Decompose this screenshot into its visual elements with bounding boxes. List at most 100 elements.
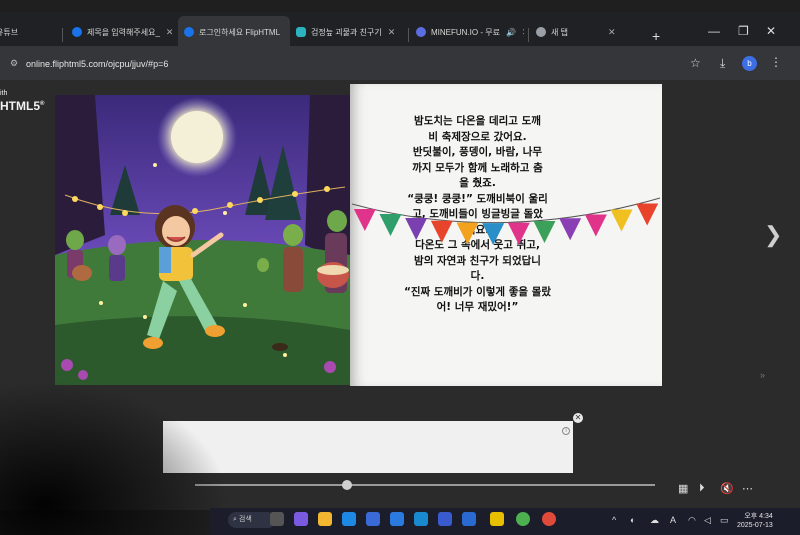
app-icon[interactable] [414, 512, 428, 526]
bunting-flag [507, 222, 530, 245]
minefun-icon [416, 27, 426, 37]
story-line: 어! 너무 재밌어!” [436, 301, 519, 313]
store-icon[interactable] [366, 512, 380, 526]
page-left-illustration[interactable] [55, 95, 350, 385]
volume-icon[interactable]: ◁ [704, 515, 711, 526]
taskbar: ⌕ 검색 ^ ◐ ☁ A ◠ ◁ ▭ 오후 4:34 2025-07-13 [210, 508, 800, 535]
speaker-icon[interactable]: 🔊 [506, 28, 516, 37]
more-options-icon[interactable]: ⋯ [742, 482, 753, 495]
logo-text: HTML5 [0, 99, 40, 113]
close-icon[interactable]: ✕ [522, 27, 524, 38]
bunting-flag [559, 218, 582, 241]
tab-youtube[interactable]: 유튜브 [0, 20, 46, 44]
app-icon[interactable] [438, 512, 452, 526]
globe-icon [536, 27, 546, 37]
goblin-festival-illustration [55, 95, 350, 385]
tab-label: 새 탭 [551, 27, 568, 37]
search-label: 검색 [238, 516, 252, 523]
address-bar: ⚙ online.fliphtml5.com/ojcpu/jjuv/#p=6 ☆… [0, 46, 800, 80]
logo-prefix: ith [0, 90, 8, 97]
mute-icon[interactable]: 🔇 [720, 482, 734, 495]
autoplay-icon[interactable]: ⏵ [699, 482, 705, 495]
story-line: “진짜 도깨비가 이렇게 좋을 몰랐 [403, 285, 552, 298]
story-line: 을 췄죠. [459, 177, 496, 189]
tray-cloud-icon[interactable]: ☁ [650, 515, 659, 526]
page-right-text[interactable]: 밤도치는 다온을 데리고 도깨 비 축제장으로 갔어요. 반딧불이, 풍뎅이, … [350, 84, 662, 386]
url-field[interactable]: online.fliphtml5.com/ojcpu/jjuv/#p=6 [26, 59, 168, 69]
tab-fliphtml5-login[interactable]: 로그인하세요 FlipHTML [178, 16, 290, 46]
tab-separator [62, 28, 63, 42]
tab-separator [528, 28, 529, 42]
screen: 유튜브 제목을 입력해주세요_ ✕ 로그인하세요 FlipHTML 검정늪 괴물… [0, 0, 800, 535]
file-explorer-icon[interactable] [318, 512, 332, 526]
bunting-flag [430, 220, 453, 243]
close-icon[interactable]: ✕ [608, 27, 616, 38]
ad-close-icon[interactable]: ✕ [573, 413, 583, 423]
bunting-flag [610, 209, 633, 232]
clock-date: 2025-07-13 [737, 522, 773, 529]
bunting-flag [533, 221, 556, 243]
bunting-flag [482, 223, 505, 246]
page-icon [296, 27, 306, 37]
tray-chevron-icon[interactable]: ^ [612, 515, 616, 525]
wifi-icon[interactable]: ◠ [688, 515, 696, 526]
kakaotalk-icon[interactable] [490, 512, 504, 526]
close-window-icon[interactable]: ✕ [766, 24, 776, 38]
chrome-icon[interactable] [516, 512, 530, 526]
tab-label: 제목을 입력해주세요_ [87, 27, 160, 37]
battery-icon[interactable]: ▭ [720, 515, 729, 526]
outlook-icon[interactable] [390, 512, 404, 526]
tab-new-tab[interactable]: 새 탭 ✕ [536, 20, 636, 44]
tab-label: 검정늪 괴물과 친구기 [311, 27, 382, 37]
tab-swamp-monster[interactable]: 검정늪 괴물과 친구기 ✕ [296, 20, 402, 44]
app-icon[interactable] [462, 512, 476, 526]
bunting-flag [405, 217, 428, 240]
tab-title-input[interactable]: 제목을 입력해주세요_ ✕ [72, 20, 172, 44]
bookmark-star-icon[interactable]: ☆ [690, 56, 701, 70]
close-icon[interactable]: ✕ [388, 27, 396, 38]
next-page-arrow-icon[interactable]: ❯ [764, 222, 782, 248]
bunting-flag [379, 214, 402, 236]
clock-time: 오후 4:34 [744, 513, 773, 520]
close-icon[interactable]: ✕ [166, 27, 172, 38]
site-settings-icon[interactable]: ⚙ [10, 58, 18, 69]
story-line: 까지 모두가 함께 노래하고 춤 [412, 161, 543, 174]
system-clock[interactable]: 오후 4:34 2025-07-13 [737, 512, 773, 530]
new-tab-plus-icon[interactable]: + [652, 28, 660, 44]
dark-foreground-shadow [0, 380, 230, 535]
restore-icon[interactable]: ❐ [738, 24, 749, 38]
bunting-flag [456, 222, 479, 245]
story-line: 밤도치는 다온을 데리고 도깨 [414, 115, 541, 127]
edge-icon[interactable] [342, 512, 356, 526]
fliphtml5-icon [72, 27, 82, 37]
chrome-icon[interactable] [542, 512, 556, 526]
tray-app-icon[interactable]: ◐ [630, 515, 635, 525]
registered-mark: ® [40, 101, 45, 107]
minimize-icon[interactable]: — [708, 24, 720, 38]
festival-bunting [351, 197, 661, 246]
browser-menu-icon[interactable]: ⋮ [770, 55, 782, 69]
ad-info-icon[interactable]: i [562, 427, 570, 435]
ime-indicator[interactable]: A [670, 515, 676, 525]
bunting-flag [584, 214, 607, 237]
taskbar-search[interactable]: ⌕ 검색 [228, 512, 276, 528]
tab-separator [408, 28, 409, 42]
tab-strip: 유튜브 제목을 입력해주세요_ ✕ 로그인하세요 FlipHTML 검정늪 괴물… [0, 12, 800, 46]
bunting-flag [353, 208, 376, 231]
thumbnails-icon[interactable]: ▦ [678, 482, 688, 495]
tab-label: 유튜브 [0, 27, 19, 37]
tab-label: MINEFUN.IO - 무료 [431, 27, 500, 37]
bunting-flag [636, 203, 659, 226]
story-line: 비 축제장으로 갔어요. [428, 130, 527, 143]
profile-avatar[interactable]: b [742, 56, 757, 71]
copilot-icon[interactable] [294, 512, 308, 526]
tab-label: 로그인하세요 FlipHTML [199, 27, 281, 37]
tab-minefun[interactable]: MINEFUN.IO - 무료 🔊 ✕ [416, 20, 524, 44]
progress-slider-handle[interactable] [341, 480, 352, 490]
last-page-icon[interactable]: » [760, 370, 765, 380]
fliphtml5-logo: ith HTML5® [0, 88, 44, 112]
fliphtml5-icon [184, 27, 194, 37]
page-progress-slider[interactable] [195, 484, 655, 486]
task-view-icon[interactable] [270, 512, 284, 526]
download-icon[interactable]: ⤓ [720, 56, 725, 71]
